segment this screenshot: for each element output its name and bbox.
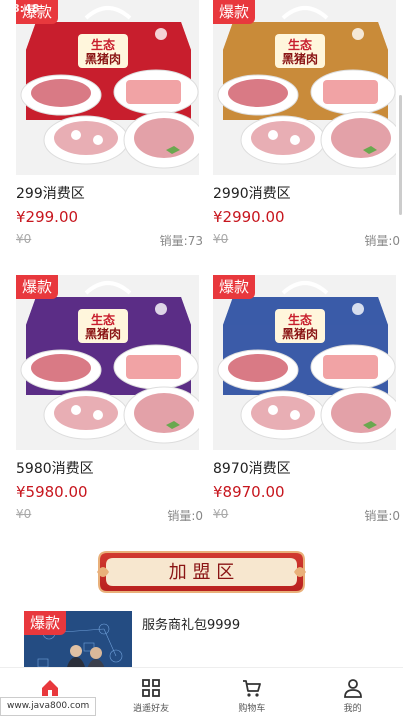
- hot-badge: 爆款: [213, 275, 256, 299]
- product-image: 生态 黑猪肉 爆款: [16, 0, 199, 175]
- grid-icon: [142, 679, 161, 697]
- tab-friends[interactable]: 逍遥好友: [101, 668, 202, 716]
- tab-cart[interactable]: 购物车: [202, 668, 303, 716]
- watermark: www.java800.com: [0, 697, 97, 716]
- box-label-line1: 生态: [91, 312, 115, 327]
- box-label-line1: 生态: [288, 37, 312, 52]
- join-section-banner: 加 盟 区: [97, 551, 306, 593]
- product-card[interactable]: 生态 黑猪肉 爆款 8970消费区 ¥8970.00 ¥0 销量:0: [213, 275, 400, 525]
- box-label-line1: 生态: [91, 37, 115, 52]
- join-section-title: 加 盟 区: [169, 562, 234, 583]
- product-card[interactable]: 生态 黑猪肉 爆款 5980消费区 ¥5980.00 ¥0 销量:0: [16, 275, 203, 525]
- product-image: 生态 黑猪肉 爆款: [16, 275, 199, 450]
- product-name: 8970消费区: [213, 461, 291, 477]
- cart-icon: [242, 680, 261, 697]
- product-original-price: ¥0: [16, 507, 32, 521]
- tab-profile-label: 我的: [343, 704, 362, 714]
- product-original-price: ¥0: [213, 507, 229, 521]
- box-label-line2: 黑猪肉: [282, 326, 318, 341]
- product-sales: 销量:73: [159, 234, 203, 248]
- product-original-price: ¥0: [16, 232, 32, 246]
- tab-profile[interactable]: 我的: [302, 668, 403, 716]
- box-label-line2: 黑猪肉: [85, 51, 121, 66]
- product-original-price: ¥0: [213, 232, 229, 246]
- product-price: ¥5980.00: [16, 483, 88, 501]
- scrollbar[interactable]: [399, 95, 402, 215]
- status-time: 8:48: [12, 2, 40, 15]
- product-card[interactable]: 生态 黑猪肉 爆款 2990消费区 ¥2990.00 ¥0 销量:0: [213, 0, 400, 250]
- product-name: 5980消费区: [16, 461, 94, 477]
- product-price: ¥2990.00: [213, 208, 285, 226]
- box-label-line2: 黑猪肉: [85, 326, 121, 341]
- user-icon: [343, 679, 362, 698]
- product-image: 生态 黑猪肉 爆款: [213, 275, 396, 450]
- product-sales: 销量:0: [167, 509, 203, 523]
- box-label-line2: 黑猪肉: [282, 51, 318, 66]
- hot-badge: 爆款: [16, 275, 59, 299]
- hot-badge: 爆款: [213, 0, 256, 24]
- product-sales: 销量:0: [364, 509, 400, 523]
- product-price: ¥299.00: [16, 208, 79, 226]
- home-icon: [42, 680, 59, 696]
- tab-friends-label: 逍遥好友: [133, 704, 170, 714]
- product-sales: 销量:0: [364, 234, 400, 248]
- product-name: 299消费区: [16, 186, 85, 202]
- product-image: 生态 黑猪肉 爆款: [213, 0, 396, 175]
- product-name: 2990消费区: [213, 186, 291, 202]
- tab-cart-label: 购物车: [238, 704, 266, 714]
- product-price: ¥8970.00: [213, 483, 285, 501]
- box-label-line1: 生态: [288, 312, 312, 327]
- list-item-title: 服务商礼包9999: [142, 618, 241, 633]
- product-card[interactable]: 生态 黑猪肉 爆款 299消费区 ¥299.00 ¥0 销量:73: [16, 0, 203, 250]
- hot-badge: 爆款: [24, 611, 67, 635]
